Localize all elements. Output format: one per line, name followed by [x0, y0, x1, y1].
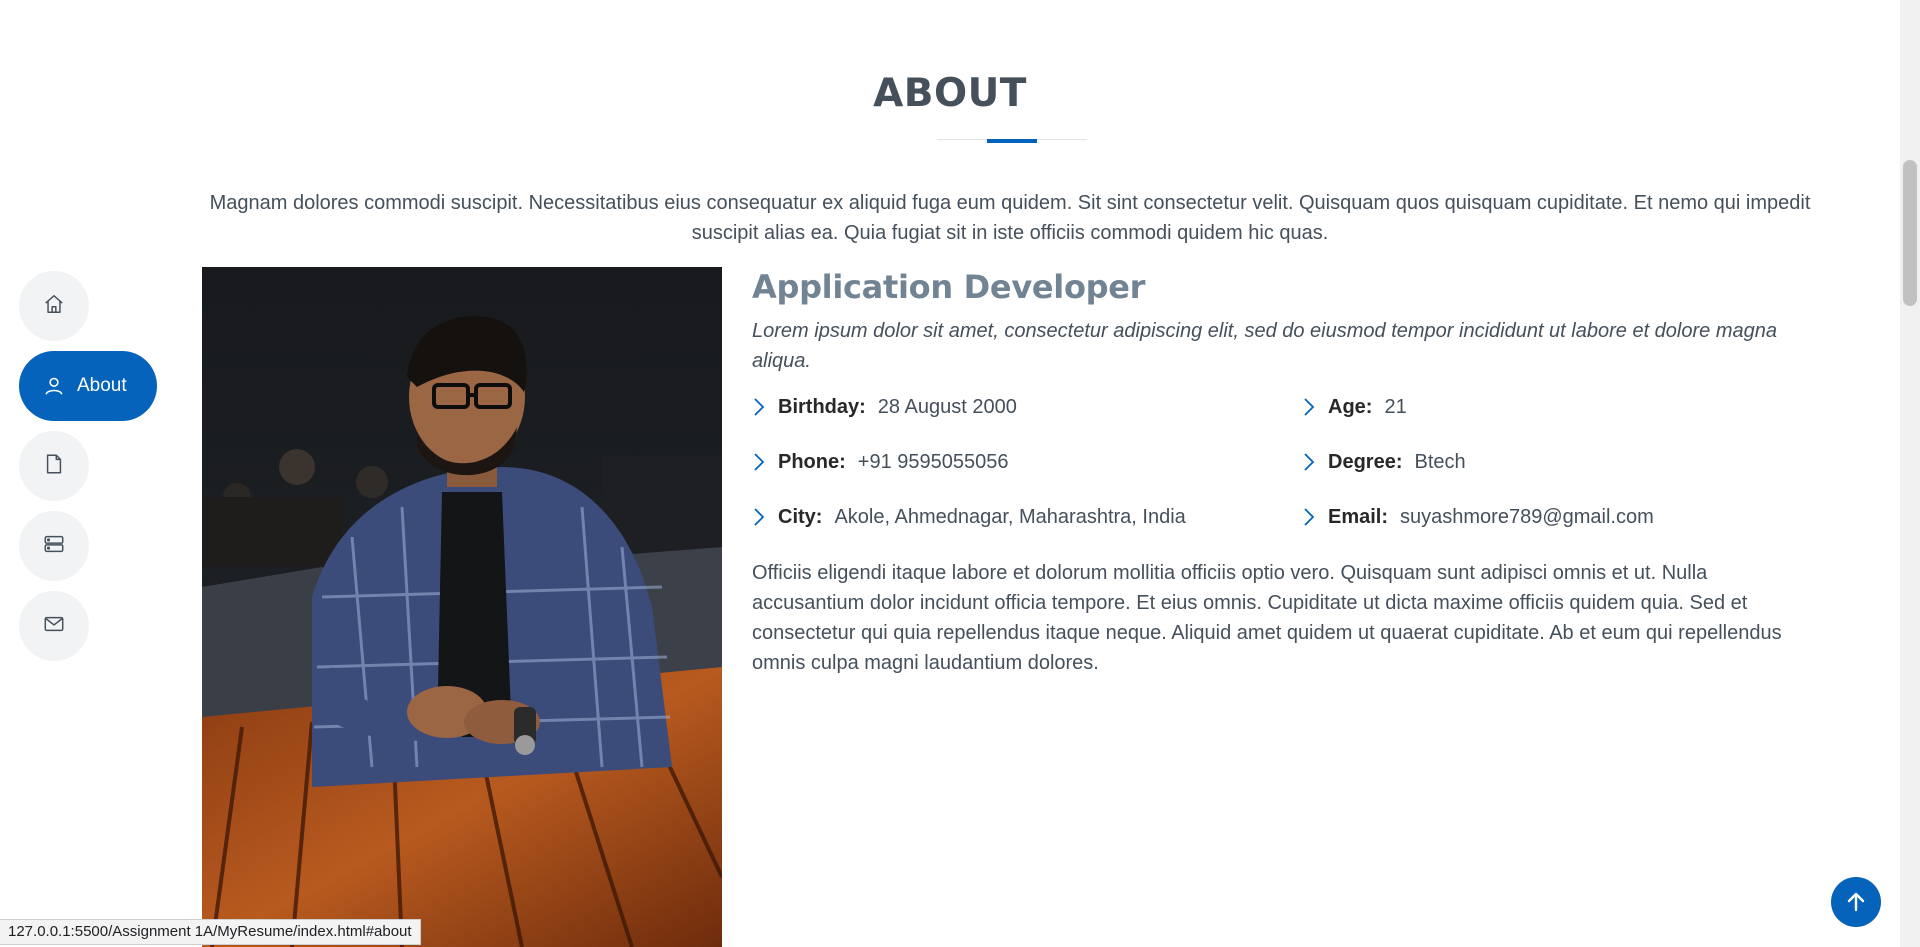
detail-phone: Phone: +91 9595055056	[752, 447, 1302, 477]
scrollbar-thumb[interactable]	[1903, 160, 1917, 306]
detail-value: Akole, Ahmednagar, Maharashtra, India	[834, 505, 1186, 528]
detail-value: +91 9595055056	[857, 450, 1009, 473]
vertical-scrollbar[interactable]	[1900, 0, 1920, 947]
arrow-up-icon	[1844, 890, 1868, 914]
detail-degree: Degree: Btech	[1302, 447, 1802, 477]
envelope-icon	[43, 613, 65, 640]
detail-birthday: Birthday: 28 August 2000	[752, 392, 1302, 422]
chevron-right-icon	[752, 452, 766, 472]
about-body-text: Officiis eligendi itaque labore et dolor…	[752, 562, 1782, 674]
nav-item-contact[interactable]	[19, 591, 89, 661]
person-icon	[43, 375, 65, 397]
browser-status-url: 127.0.0.1:5500/Assignment 1A/MyResume/in…	[0, 919, 421, 945]
nav-item-resume[interactable]	[19, 431, 89, 501]
detail-label: Birthday:	[778, 395, 866, 418]
page: ABOUT Magnam dolores commodi suscipit. N…	[0, 0, 1920, 947]
profile-photo	[202, 267, 722, 947]
detail-label: Email:	[1328, 505, 1389, 528]
detail-email: Email: suyashmore789@gmail.com	[1302, 502, 1802, 532]
detail-label: Phone:	[778, 450, 846, 473]
chevron-right-icon	[1302, 397, 1316, 417]
chevron-right-icon	[1302, 452, 1316, 472]
file-icon	[43, 453, 65, 480]
detail-label: City:	[778, 505, 823, 528]
chevron-right-icon	[1302, 507, 1316, 527]
server-icon	[43, 533, 65, 560]
detail-age: Age: 21	[1302, 392, 1802, 422]
chevron-right-icon	[752, 397, 766, 417]
nav-item-about[interactable]: About	[19, 351, 157, 421]
role-title: Application Developer	[752, 268, 1146, 306]
nav-item-services[interactable]	[19, 511, 89, 581]
section-header: ABOUT	[0, 66, 1900, 122]
detail-value: 21	[1384, 395, 1407, 418]
back-to-top-button[interactable]	[1831, 877, 1881, 927]
detail-value: suyashmore789@gmail.com	[1400, 505, 1654, 528]
detail-city: City: Akole, Ahmednagar, Maharashtra, In…	[752, 502, 1302, 532]
detail-label: Age:	[1328, 395, 1373, 418]
chevron-right-icon	[752, 507, 766, 527]
detail-label: Degree:	[1328, 450, 1403, 473]
detail-value: 28 August 2000	[877, 395, 1017, 418]
about-content: Application Developer Lorem ipsum dolor …	[752, 266, 1822, 678]
title-accent-bar	[987, 139, 1037, 143]
section-title: ABOUT	[873, 71, 1027, 116]
nav-item-about-label: About	[77, 375, 127, 396]
section-description: Magnam dolores commodi suscipit. Necessi…	[209, 192, 1811, 244]
nav-item-home[interactable]	[19, 271, 89, 341]
home-icon	[43, 293, 65, 320]
details-list: Birthday: 28 August 2000 Age: 21 Phone: …	[752, 392, 1822, 532]
detail-value: Btech	[1414, 450, 1466, 473]
lead-text: Lorem ipsum dolor sit amet, consectetur …	[752, 320, 1777, 372]
